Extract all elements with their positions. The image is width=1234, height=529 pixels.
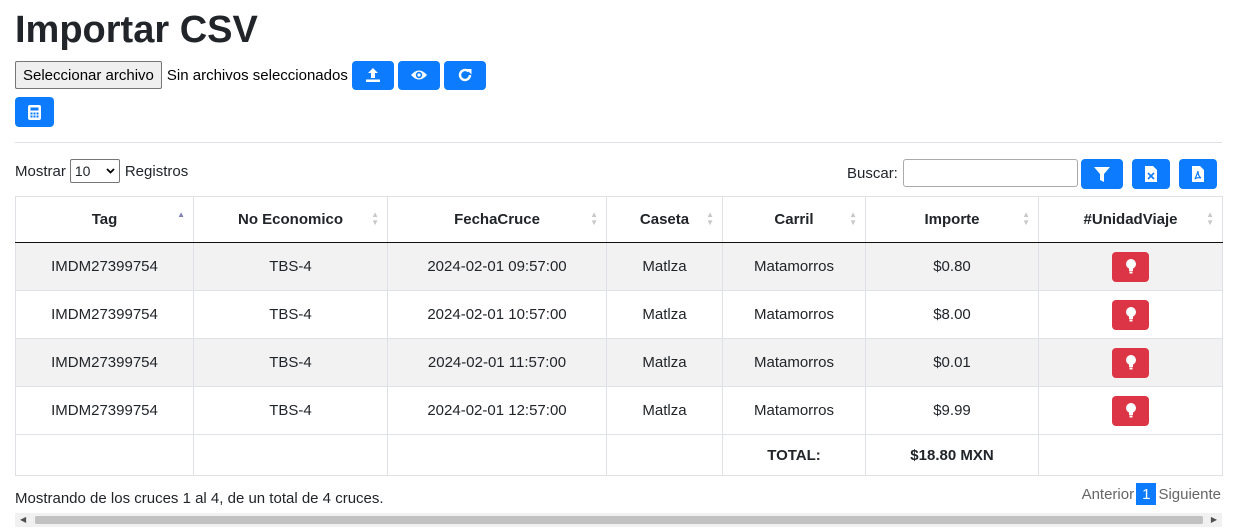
page-length-value: 10 bbox=[74, 163, 91, 179]
sort-icon: ▲ bbox=[177, 210, 185, 219]
refresh-button[interactable] bbox=[443, 60, 486, 90]
table-row: IMDM27399754 TBS-4 2024-02-01 12:57:00 M… bbox=[15, 386, 1223, 435]
assign-unit-button[interactable] bbox=[1112, 347, 1149, 378]
length-suffix-label: Registros bbox=[124, 162, 189, 180]
cell-carril: Matamorros bbox=[722, 290, 866, 339]
scroll-right-icon[interactable]: ▶ bbox=[1211, 515, 1217, 524]
cell-carril: Matamorros bbox=[722, 242, 866, 291]
scrollbar-thumb[interactable] bbox=[35, 516, 1203, 524]
table-row: IMDM27399754 TBS-4 2024-02-01 11:57:00 M… bbox=[15, 338, 1223, 387]
cell-tag: IMDM27399754 bbox=[15, 290, 194, 339]
cell-unidad-viaje bbox=[1038, 386, 1223, 435]
select-file-button[interactable]: Seleccionar archivo bbox=[15, 61, 162, 89]
cell-caseta: Matlza bbox=[606, 290, 723, 339]
page-length-select[interactable]: 10 bbox=[69, 159, 120, 183]
refresh-icon bbox=[458, 68, 472, 82]
column-header-fecha-cruce[interactable]: FechaCruce ▲ ▼ bbox=[387, 196, 607, 243]
calculator-button[interactable] bbox=[15, 97, 54, 127]
filter-button[interactable] bbox=[1081, 159, 1123, 189]
search-label: Buscar: bbox=[847, 164, 898, 182]
pagination-page-1[interactable]: 1 bbox=[1136, 483, 1157, 505]
column-header-caseta[interactable]: Caseta ▲ ▼ bbox=[606, 196, 723, 243]
file-upload-row: Seleccionar archivo Sin archivos selecci… bbox=[15, 60, 486, 90]
sort-icon: ▲ ▼ bbox=[590, 210, 598, 227]
pdf-file-icon bbox=[1192, 166, 1204, 182]
crossings-table: Tag ▲ No Economico ▲ ▼ FechaCruce ▲ ▼ Caseta ▲… bbox=[15, 196, 1223, 476]
table-footer-row: TOTAL: $18.80 MXN bbox=[15, 434, 1223, 476]
divider bbox=[15, 142, 1222, 143]
lightbulb-icon bbox=[1125, 259, 1136, 274]
upload-button[interactable] bbox=[351, 60, 394, 90]
assign-unit-button[interactable] bbox=[1112, 299, 1149, 330]
file-status-text: Sin archivos seleccionados bbox=[166, 66, 348, 84]
cell-tag: IMDM27399754 bbox=[15, 386, 194, 435]
upload-icon bbox=[365, 68, 380, 82]
cell-unidad-viaje bbox=[1038, 290, 1223, 339]
horizontal-scrollbar[interactable]: ◀ ▶ bbox=[15, 513, 1222, 527]
cell-carril: Matamorros bbox=[722, 338, 866, 387]
column-header-importe[interactable]: Importe ▲ ▼ bbox=[865, 196, 1039, 243]
column-header-tag[interactable]: Tag ▲ bbox=[15, 196, 194, 243]
sort-icon: ▲ ▼ bbox=[1206, 210, 1214, 227]
sort-icon: ▲ ▼ bbox=[1022, 210, 1030, 227]
page-title: Importar CSV bbox=[15, 9, 258, 51]
search-input[interactable] bbox=[902, 159, 1078, 187]
cell-no-economico: TBS-4 bbox=[193, 290, 388, 339]
cell-unidad-viaje bbox=[1038, 242, 1223, 291]
cell-no-economico: TBS-4 bbox=[193, 338, 388, 387]
length-prefix-label: Mostrar bbox=[15, 162, 66, 180]
cell-no-economico: TBS-4 bbox=[193, 386, 388, 435]
sort-icon: ▲ ▼ bbox=[706, 210, 714, 227]
lightbulb-icon bbox=[1125, 355, 1136, 370]
pagination-previous[interactable]: Anterior bbox=[1082, 486, 1135, 503]
column-header-no-economico[interactable]: No Economico ▲ ▼ bbox=[193, 196, 388, 243]
cell-carril: Matamorros bbox=[722, 386, 866, 435]
table-row: IMDM27399754 TBS-4 2024-02-01 09:57:00 M… bbox=[15, 242, 1223, 291]
cell-caseta: Matlza bbox=[606, 386, 723, 435]
cell-fecha-cruce: 2024-02-01 11:57:00 bbox=[387, 338, 607, 387]
lightbulb-icon bbox=[1125, 307, 1136, 322]
calculator-icon bbox=[28, 104, 41, 120]
cell-no-economico: TBS-4 bbox=[193, 242, 388, 291]
cell-tag: IMDM27399754 bbox=[15, 338, 194, 387]
preview-button[interactable] bbox=[397, 60, 440, 90]
export-excel-button[interactable] bbox=[1132, 159, 1170, 189]
column-header-carril[interactable]: Carril ▲ ▼ bbox=[722, 196, 866, 243]
pagination: Anterior 1 Siguiente bbox=[1082, 483, 1221, 505]
sort-icon: ▲ ▼ bbox=[371, 210, 379, 227]
cell-importe: $8.00 bbox=[865, 290, 1039, 339]
table-info-text: Mostrando de los cruces 1 al 4, de un to… bbox=[15, 490, 384, 507]
column-header-unidad-viaje[interactable]: #UnidadViaje ▲ ▼ bbox=[1038, 196, 1223, 243]
cell-importe: $0.01 bbox=[865, 338, 1039, 387]
chevron-down-icon bbox=[106, 168, 115, 174]
eye-icon bbox=[410, 70, 427, 80]
table-header-row: Tag ▲ No Economico ▲ ▼ FechaCruce ▲ ▼ Caseta ▲… bbox=[15, 196, 1223, 243]
pagination-next[interactable]: Siguiente bbox=[1158, 486, 1221, 503]
export-pdf-button[interactable] bbox=[1179, 159, 1217, 189]
cell-caseta: Matlza bbox=[606, 242, 723, 291]
cell-fecha-cruce: 2024-02-01 10:57:00 bbox=[387, 290, 607, 339]
table-row: IMDM27399754 TBS-4 2024-02-01 10:57:00 M… bbox=[15, 290, 1223, 339]
scroll-left-icon[interactable]: ◀ bbox=[20, 515, 26, 524]
cell-caseta: Matlza bbox=[606, 338, 723, 387]
page-length-control: Mostrar 10 Registros bbox=[15, 159, 188, 183]
lightbulb-icon bbox=[1125, 403, 1136, 418]
cell-fecha-cruce: 2024-02-01 09:57:00 bbox=[387, 242, 607, 291]
cell-importe: $9.99 bbox=[865, 386, 1039, 435]
total-label: TOTAL: bbox=[722, 434, 866, 476]
sort-icon: ▲ ▼ bbox=[849, 210, 857, 227]
filter-icon bbox=[1094, 166, 1110, 182]
cell-importe: $0.80 bbox=[865, 242, 1039, 291]
search-control: Buscar: bbox=[847, 159, 1078, 187]
total-value: $18.80 MXN bbox=[865, 434, 1039, 476]
cell-tag: IMDM27399754 bbox=[15, 242, 194, 291]
excel-file-icon bbox=[1145, 166, 1157, 182]
cell-unidad-viaje bbox=[1038, 338, 1223, 387]
assign-unit-button[interactable] bbox=[1112, 251, 1149, 282]
cell-fecha-cruce: 2024-02-01 12:57:00 bbox=[387, 386, 607, 435]
assign-unit-button[interactable] bbox=[1112, 395, 1149, 426]
